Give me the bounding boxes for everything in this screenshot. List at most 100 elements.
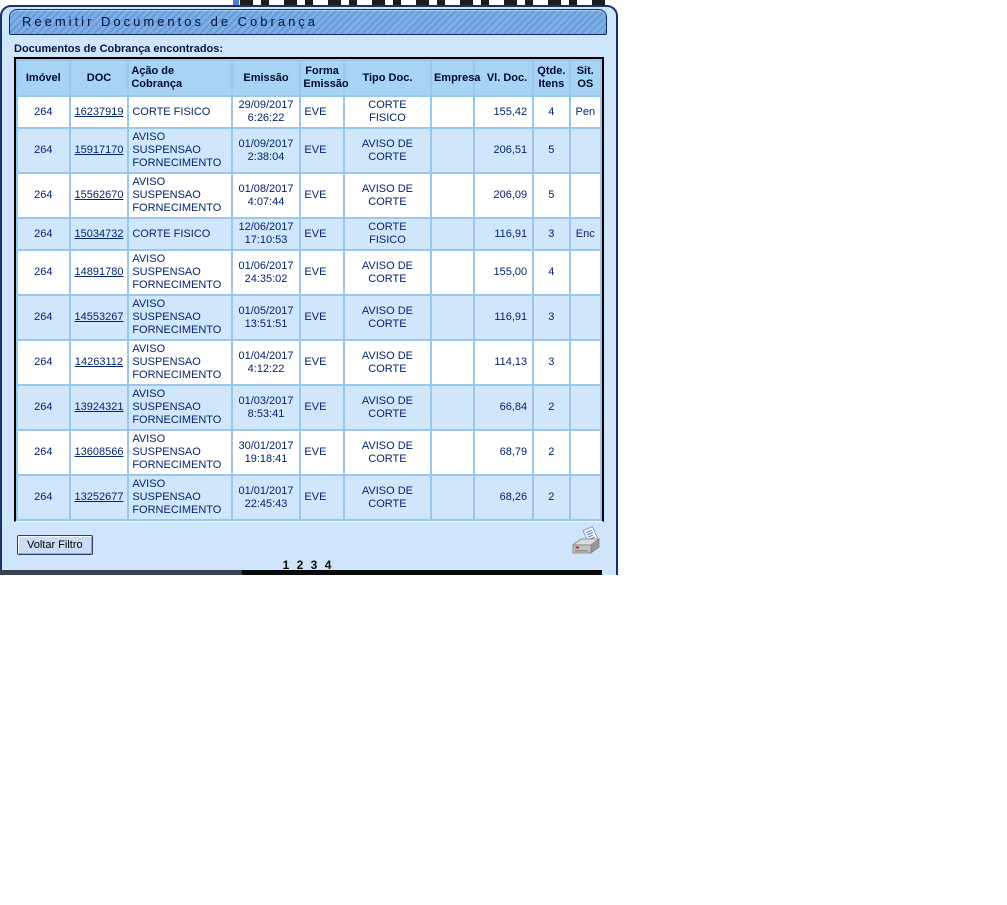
cell-vl: 155,00 bbox=[475, 251, 533, 294]
cell-sit bbox=[570, 476, 600, 519]
header-vl-doc: Vl. Doc. bbox=[475, 61, 533, 95]
cell-forma: EVE bbox=[301, 129, 343, 172]
cell-forma: EVE bbox=[301, 219, 343, 249]
table-row: 264 13924321 AVISO SUSPENSAO FORNECIMENTO 0… bbox=[18, 386, 600, 429]
cell-imovel: 264 bbox=[18, 97, 69, 127]
cell-emissao: 01/06/2017 24:35:02 bbox=[232, 251, 300, 294]
table-header: Imóvel DOC Ação de Cobrança Emissão Form… bbox=[18, 61, 600, 95]
cell-sit bbox=[570, 341, 600, 384]
cell-sit bbox=[570, 431, 600, 474]
cell-sit: Enc bbox=[570, 219, 600, 249]
cell-emissao: 01/09/2017 2:38:04 bbox=[232, 129, 300, 172]
table-row: 264 15034732 CORTE FISICO 12/06/2017 17:10:… bbox=[18, 219, 600, 249]
cell-imovel: 264 bbox=[18, 476, 69, 519]
cell-emissao: 01/01/2017 22:45:43 bbox=[232, 476, 300, 519]
cell-forma: EVE bbox=[301, 431, 343, 474]
printer-icon[interactable] bbox=[570, 526, 602, 560]
cell-doc: 16237919 bbox=[70, 97, 128, 127]
cell-sit bbox=[570, 174, 600, 217]
cell-sit bbox=[570, 129, 600, 172]
cell-empresa bbox=[431, 129, 474, 172]
reemitir-panel: Reemitir Documentos de Cobrança Document… bbox=[0, 5, 618, 575]
cell-imovel: 264 bbox=[18, 219, 69, 249]
cell-imovel: 264 bbox=[18, 129, 69, 172]
panel-title: Reemitir Documentos de Cobrança bbox=[9, 9, 607, 35]
cell-imovel: 264 bbox=[18, 386, 69, 429]
doc-link[interactable]: 14891780 bbox=[75, 266, 124, 278]
voltar-filtro-button[interactable]: Voltar Filtro bbox=[17, 535, 93, 555]
page: Reemitir Documentos de Cobrança Document… bbox=[0, 0, 1007, 905]
header-emissao: Emissão bbox=[232, 61, 300, 95]
doc-link[interactable]: 14553267 bbox=[75, 311, 124, 323]
cell-doc: 15917170 bbox=[70, 129, 128, 172]
doc-link[interactable]: 16237919 bbox=[75, 106, 124, 118]
table-row: 264 13252677 AVISO SUSPENSAO FORNECIMENTO 0… bbox=[18, 476, 600, 519]
cell-emissao: 12/06/2017 17:10:53 bbox=[232, 219, 300, 249]
cell-doc: 14891780 bbox=[70, 251, 128, 294]
cell-tipo: AVISO DE CORTE bbox=[344, 174, 430, 217]
cell-imovel: 264 bbox=[18, 251, 69, 294]
header-empresa: Empresa bbox=[431, 61, 480, 95]
cell-emissao: 30/01/2017 19:18:41 bbox=[232, 431, 300, 474]
cell-emissao: 29/09/2017 6:26:22 bbox=[232, 97, 300, 127]
cell-acao: AVISO SUSPENSAO FORNECIMENTO bbox=[129, 296, 231, 339]
table-body: 264 16237919 CORTE FISICO 29/09/2017 6:26:2… bbox=[18, 97, 600, 519]
doc-link[interactable]: 15034732 bbox=[75, 228, 124, 240]
cell-empresa bbox=[431, 97, 474, 127]
cell-qtde: 5 bbox=[534, 129, 569, 172]
cell-vl: 68,26 bbox=[475, 476, 533, 519]
doc-link[interactable]: 14263112 bbox=[75, 356, 123, 368]
cell-vl: 114,13 bbox=[475, 341, 533, 384]
cell-forma: EVE bbox=[301, 251, 343, 294]
doc-link[interactable]: 15917170 bbox=[75, 144, 124, 156]
cell-forma: EVE bbox=[301, 341, 343, 384]
cell-sit: Pen bbox=[570, 97, 600, 127]
clipped-menu-text bbox=[240, 0, 612, 5]
doc-link[interactable]: 13252677 bbox=[75, 491, 124, 503]
header-sit-os: Sit. OS bbox=[570, 61, 600, 95]
cell-acao: AVISO SUSPENSAO FORNECIMENTO bbox=[129, 174, 231, 217]
doc-link[interactable]: 13924321 bbox=[75, 401, 124, 413]
cell-acao: AVISO SUSPENSAO FORNECIMENTO bbox=[129, 476, 231, 519]
cell-vl: 206,09 bbox=[475, 174, 533, 217]
cell-emissao: 01/08/2017 4:07:44 bbox=[232, 174, 300, 217]
cell-doc: 14263112 bbox=[70, 341, 128, 384]
cell-empresa bbox=[431, 431, 474, 474]
cell-acao: AVISO SUSPENSAO FORNECIMENTO bbox=[129, 431, 231, 474]
cell-tipo: AVISO DE CORTE bbox=[344, 476, 430, 519]
cell-empresa bbox=[431, 386, 474, 429]
cell-imovel: 264 bbox=[18, 296, 69, 339]
cell-tipo: AVISO DE CORTE bbox=[344, 251, 430, 294]
cell-vl: 116,91 bbox=[475, 296, 533, 339]
bottom-scroll-bar[interactable] bbox=[0, 570, 602, 575]
cell-tipo: AVISO DE CORTE bbox=[344, 341, 430, 384]
cell-acao: CORTE FISICO bbox=[129, 97, 231, 127]
doc-link[interactable]: 15562670 bbox=[75, 189, 124, 201]
cell-doc: 15034732 bbox=[70, 219, 128, 249]
cell-tipo: AVISO DE CORTE bbox=[344, 129, 430, 172]
cell-acao: AVISO SUSPENSAO FORNECIMENTO bbox=[129, 129, 231, 172]
cell-qtde: 3 bbox=[534, 296, 569, 339]
header-tipo-doc: Tipo Doc. bbox=[344, 61, 430, 95]
cell-sit bbox=[570, 386, 600, 429]
cell-qtde: 2 bbox=[534, 476, 569, 519]
table-row: 264 14263112 AVISO SUSPENSAO FORNECIMENTO 0… bbox=[18, 341, 600, 384]
cell-qtde: 3 bbox=[534, 341, 569, 384]
cell-sit bbox=[570, 296, 600, 339]
table-row: 264 14891780 AVISO SUSPENSAO FORNECIMENTO 0… bbox=[18, 251, 600, 294]
cell-doc: 13608566 bbox=[70, 431, 128, 474]
cell-tipo: AVISO DE CORTE bbox=[344, 431, 430, 474]
header-qtde-itens: Qtde. Itens bbox=[534, 61, 569, 95]
cell-empresa bbox=[431, 251, 474, 294]
table-row: 264 13608566 AVISO SUSPENSAO FORNECIMENTO 3… bbox=[18, 431, 600, 474]
cell-forma: EVE bbox=[301, 97, 343, 127]
cell-vl: 116,91 bbox=[475, 219, 533, 249]
cell-empresa bbox=[431, 296, 474, 339]
cell-qtde: 4 bbox=[534, 251, 569, 294]
cell-doc: 13924321 bbox=[70, 386, 128, 429]
cell-emissao: 01/03/2017 8:53:41 bbox=[232, 386, 300, 429]
doc-link[interactable]: 13608566 bbox=[75, 446, 124, 458]
cell-emissao: 01/05/2017 13:51:51 bbox=[232, 296, 300, 339]
found-documents-label: Documentos de Cobrança encontrados: bbox=[14, 43, 224, 55]
documents-table: Imóvel DOC Ação de Cobrança Emissão Form… bbox=[14, 57, 604, 522]
